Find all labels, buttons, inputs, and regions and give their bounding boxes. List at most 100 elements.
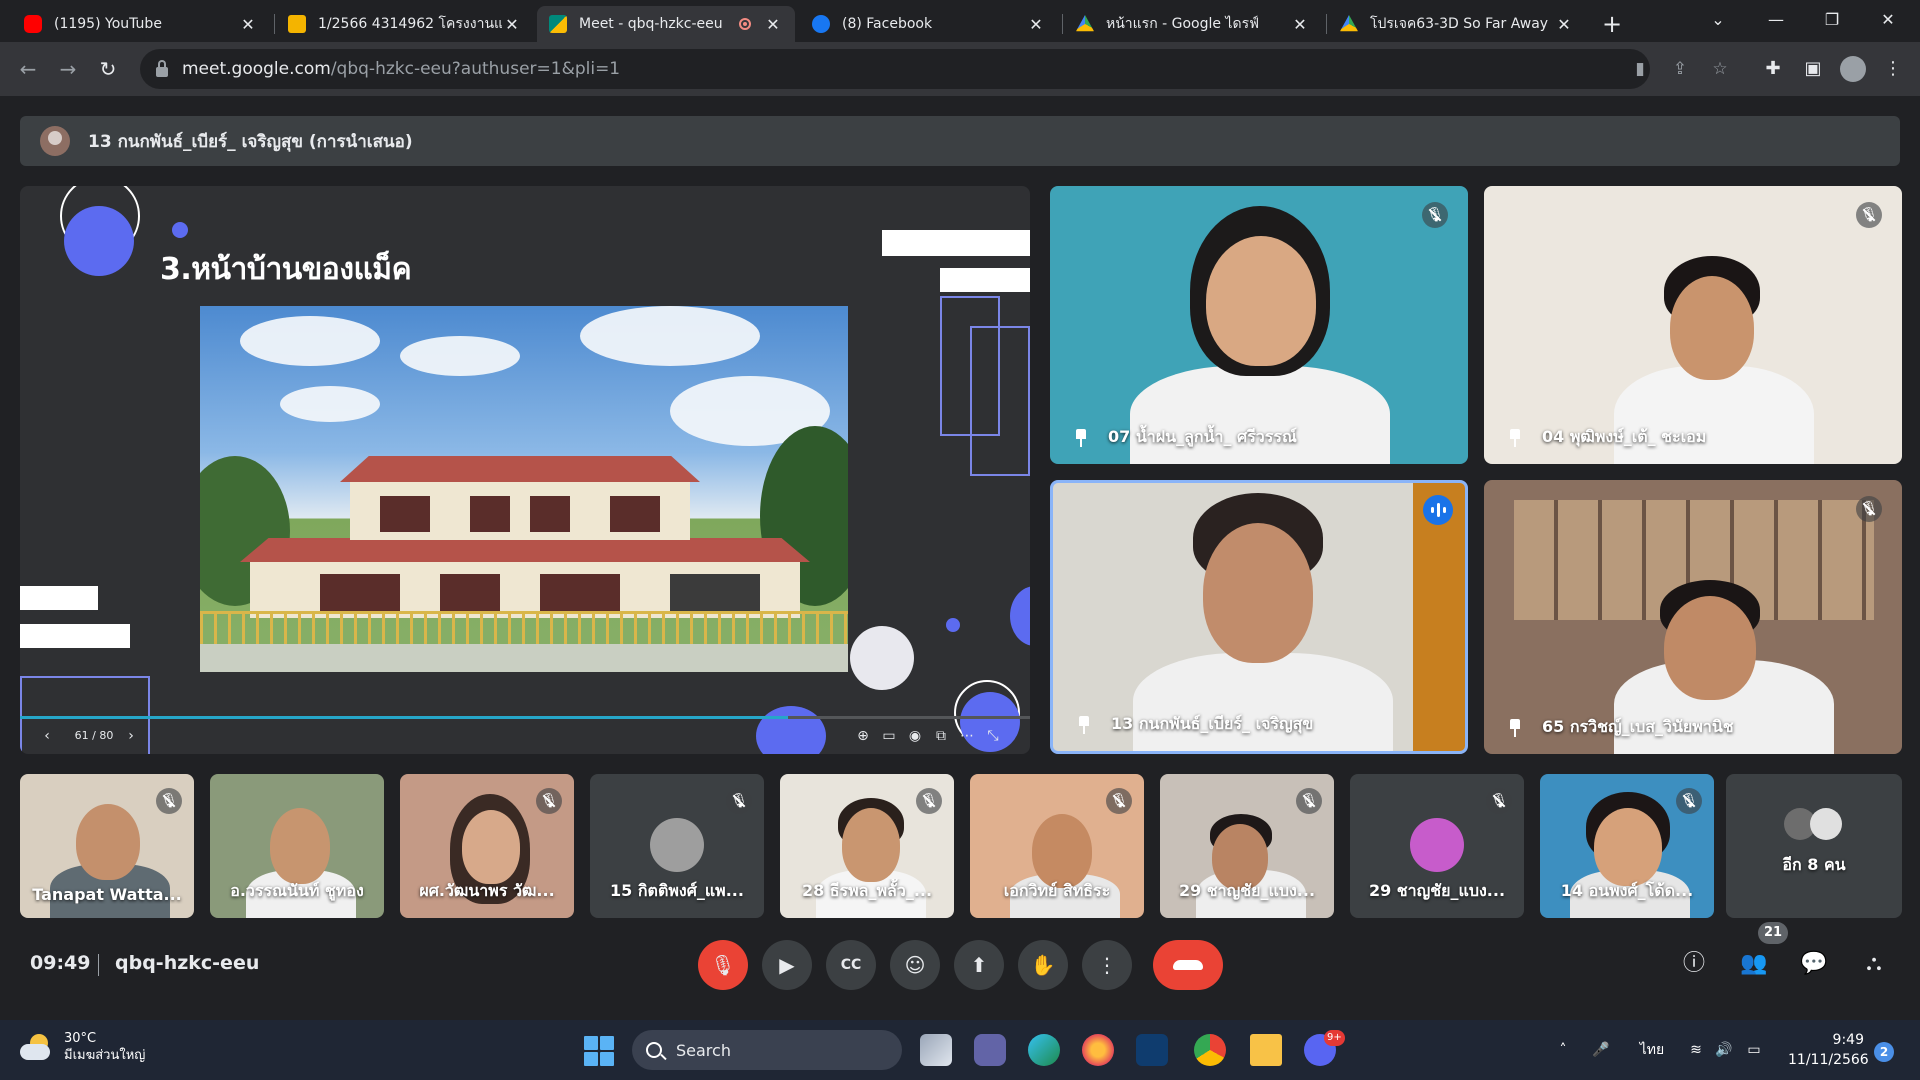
- next-slide-icon[interactable]: ›: [120, 724, 142, 748]
- file-explorer-icon[interactable]: [1250, 1034, 1282, 1066]
- meet-icon: [549, 15, 567, 33]
- address-bar[interactable]: meet.google.com/qbq-hzkc-eeu?authuser=1&…: [140, 49, 1728, 89]
- store-icon[interactable]: [1136, 1034, 1168, 1066]
- participant-tile[interactable]: 🎙 29 ชาญชัย_แบง...: [1350, 774, 1524, 918]
- weather-widget[interactable]: 30°C มีเมฆส่วนใหญ่: [20, 1030, 145, 1064]
- tab-meet[interactable]: Meet - qbq-hzkc-eeu ✕: [537, 6, 795, 42]
- new-tab-button[interactable]: +: [1596, 8, 1628, 40]
- slide-progress-bar[interactable]: [20, 716, 1030, 719]
- zoom-icon[interactable]: ⊕: [852, 724, 874, 748]
- prev-slide-icon[interactable]: ‹: [36, 724, 58, 748]
- close-icon[interactable]: ✕: [502, 15, 522, 34]
- show-hidden-icons-chevron-icon[interactable]: ˄: [1554, 1038, 1572, 1062]
- system-clock[interactable]: 9:49 11/11/2566: [1788, 1030, 1869, 1070]
- camera-toggle-button[interactable]: ▶: [762, 940, 812, 990]
- tab-drive-folder[interactable]: โปรเจค63-3D So Far Away ✕: [1328, 6, 1586, 42]
- chrome-icon[interactable]: [1194, 1034, 1226, 1066]
- microphone-icon[interactable]: 🎤: [1592, 1038, 1610, 1062]
- tab-separator: [1326, 14, 1327, 34]
- taskbar-search[interactable]: Search: [632, 1030, 902, 1070]
- participant-avatar: [1810, 808, 1842, 840]
- participant-tile[interactable]: 🎙 เอกวิทย์ สิทธิระ: [970, 774, 1144, 918]
- menu-kebab-icon[interactable]: ⋮: [1880, 56, 1906, 82]
- tab-youtube[interactable]: (1195) YouTube ✕: [12, 6, 270, 42]
- bookmark-star-icon[interactable]: ☆: [1710, 59, 1730, 79]
- participant-tile-active-speaker[interactable]: 13 กนกพันธ์_เบียร์_ เจริญสุข: [1050, 480, 1468, 754]
- volume-icon[interactable]: 🔊: [1714, 1038, 1734, 1062]
- close-icon[interactable]: ✕: [1554, 15, 1574, 34]
- participant-tile[interactable]: 🎙 15 กิตติพงศ์_แพ...: [590, 774, 764, 918]
- raise-hand-button[interactable]: ✋: [1018, 940, 1068, 990]
- participant-name: ผศ.วัฒนาพร วัฒ...: [419, 881, 555, 900]
- participant-tile[interactable]: 🎙 28 ธีรพล_พลั้ว_...: [780, 774, 954, 918]
- firefox-icon[interactable]: [1082, 1034, 1114, 1066]
- participant-tile[interactable]: 🎙 Tanapat Watta...: [20, 774, 194, 918]
- cloud: [240, 316, 380, 366]
- task-view-icon[interactable]: [920, 1034, 952, 1066]
- participant-tile[interactable]: 🎙 07 น้ำฝน_ลูกน้ำ_ ศรีวรรณ์: [1050, 186, 1468, 464]
- mic-toggle-button[interactable]: 🎙: [698, 940, 748, 990]
- participant-tile[interactable]: อ.วรรณนันท์ ชูทอง: [210, 774, 384, 918]
- audio-icon[interactable]: ◉: [904, 724, 926, 748]
- edge-icon[interactable]: [1028, 1034, 1060, 1066]
- pin-icon[interactable]: [1508, 718, 1522, 737]
- meet-main: 13 กนกพันธ์_เบียร์_ เจริญสุข (การนำเสนอ)…: [0, 96, 1920, 1020]
- close-icon[interactable]: ✕: [763, 15, 783, 34]
- camera-icon[interactable]: ▮: [1630, 59, 1650, 79]
- pip-icon[interactable]: ⧉: [930, 724, 952, 748]
- minimize-button[interactable]: —: [1754, 4, 1798, 36]
- url-path: /qbq-hzkc-eeu?authuser=1&pli=1: [330, 59, 621, 79]
- close-icon[interactable]: ✕: [1026, 15, 1046, 34]
- more-participants-tile[interactable]: อีก 8 คน: [1726, 774, 1902, 918]
- chat-button[interactable]: 💬: [1796, 946, 1832, 982]
- extensions-icon[interactable]: ✚: [1760, 56, 1786, 82]
- activities-button[interactable]: ⛬: [1856, 946, 1892, 982]
- person-body: [1133, 653, 1393, 751]
- tab-title: (8) Facebook: [842, 16, 933, 32]
- participant-tile[interactable]: 🎙 65 กรวิชญ์_เบส_วินัยพานิช: [1484, 480, 1902, 754]
- teams-icon[interactable]: [974, 1034, 1006, 1066]
- shared-presentation[interactable]: 3.หน้าบ้านของแม็ค ‹ 61 / 80 › ⊕ ▭ ◉ ⧉ ⋯ …: [20, 186, 1030, 754]
- system-date: 11/11/2566: [1788, 1052, 1869, 1068]
- reload-button[interactable]: ↻: [92, 53, 124, 85]
- captions-icon[interactable]: ▭: [878, 724, 900, 748]
- url-host: meet.google.com: [182, 59, 331, 79]
- forward-button[interactable]: →: [52, 53, 84, 85]
- wifi-icon[interactable]: ≋: [1686, 1038, 1706, 1062]
- more-options-button[interactable]: ⋮: [1082, 940, 1132, 990]
- profile-avatar[interactable]: [1840, 56, 1866, 82]
- participant-tile[interactable]: 🎙 04 พุฒิพงษ์_เต้_ ชะเอม: [1484, 186, 1902, 464]
- pin-icon[interactable]: [1508, 428, 1522, 447]
- pin-icon[interactable]: [1077, 715, 1091, 734]
- leave-call-button[interactable]: [1153, 940, 1223, 990]
- tab-facebook[interactable]: (8) Facebook ✕: [800, 6, 1058, 42]
- tab-google-drive[interactable]: หน้าแรก - Google ไดรฟ์ ✕: [1064, 6, 1322, 42]
- participant-name: 29 ชาญชัย_แบง...: [1178, 881, 1316, 900]
- pin-icon[interactable]: [1074, 428, 1088, 447]
- decor-bar: [20, 586, 98, 610]
- restore-button[interactable]: ❐: [1810, 4, 1854, 36]
- exit-fullscreen-icon[interactable]: ⤡: [982, 724, 1004, 748]
- share-icon[interactable]: ⇪: [1670, 59, 1690, 79]
- close-window-button[interactable]: ✕: [1866, 4, 1910, 36]
- tab-slides[interactable]: 1/2566 4314962 โครงงานแ ✕: [276, 6, 534, 42]
- notification-badge[interactable]: 2: [1874, 1042, 1894, 1062]
- back-button[interactable]: ←: [12, 53, 44, 85]
- people-button[interactable]: 👥: [1736, 946, 1772, 982]
- input-language[interactable]: ไทย: [1636, 1038, 1668, 1062]
- start-button[interactable]: [584, 1036, 614, 1066]
- close-icon[interactable]: ✕: [1290, 15, 1310, 34]
- close-icon[interactable]: ✕: [238, 15, 258, 34]
- lock-icon: [156, 59, 168, 77]
- participant-tile[interactable]: 🎙 29 ชาญชัย_แบง...: [1160, 774, 1334, 918]
- meeting-details-button[interactable]: ⓘ: [1676, 946, 1712, 982]
- captions-button[interactable]: CC: [826, 940, 876, 990]
- participant-tile[interactable]: 🎙 14 อนพงศ์_โด้ด...: [1540, 774, 1714, 918]
- battery-icon[interactable]: ▭: [1744, 1038, 1764, 1062]
- present-screen-button[interactable]: ⬆: [954, 940, 1004, 990]
- tab-search-chevron-icon[interactable]: ⌄: [1696, 4, 1740, 36]
- participant-tile[interactable]: 🎙 ผศ.วัฒนาพร วัฒ...: [400, 774, 574, 918]
- more-options-icon[interactable]: ⋯: [956, 724, 978, 748]
- reactions-button[interactable]: ☺: [890, 940, 940, 990]
- side-panel-icon[interactable]: ▣: [1800, 56, 1826, 82]
